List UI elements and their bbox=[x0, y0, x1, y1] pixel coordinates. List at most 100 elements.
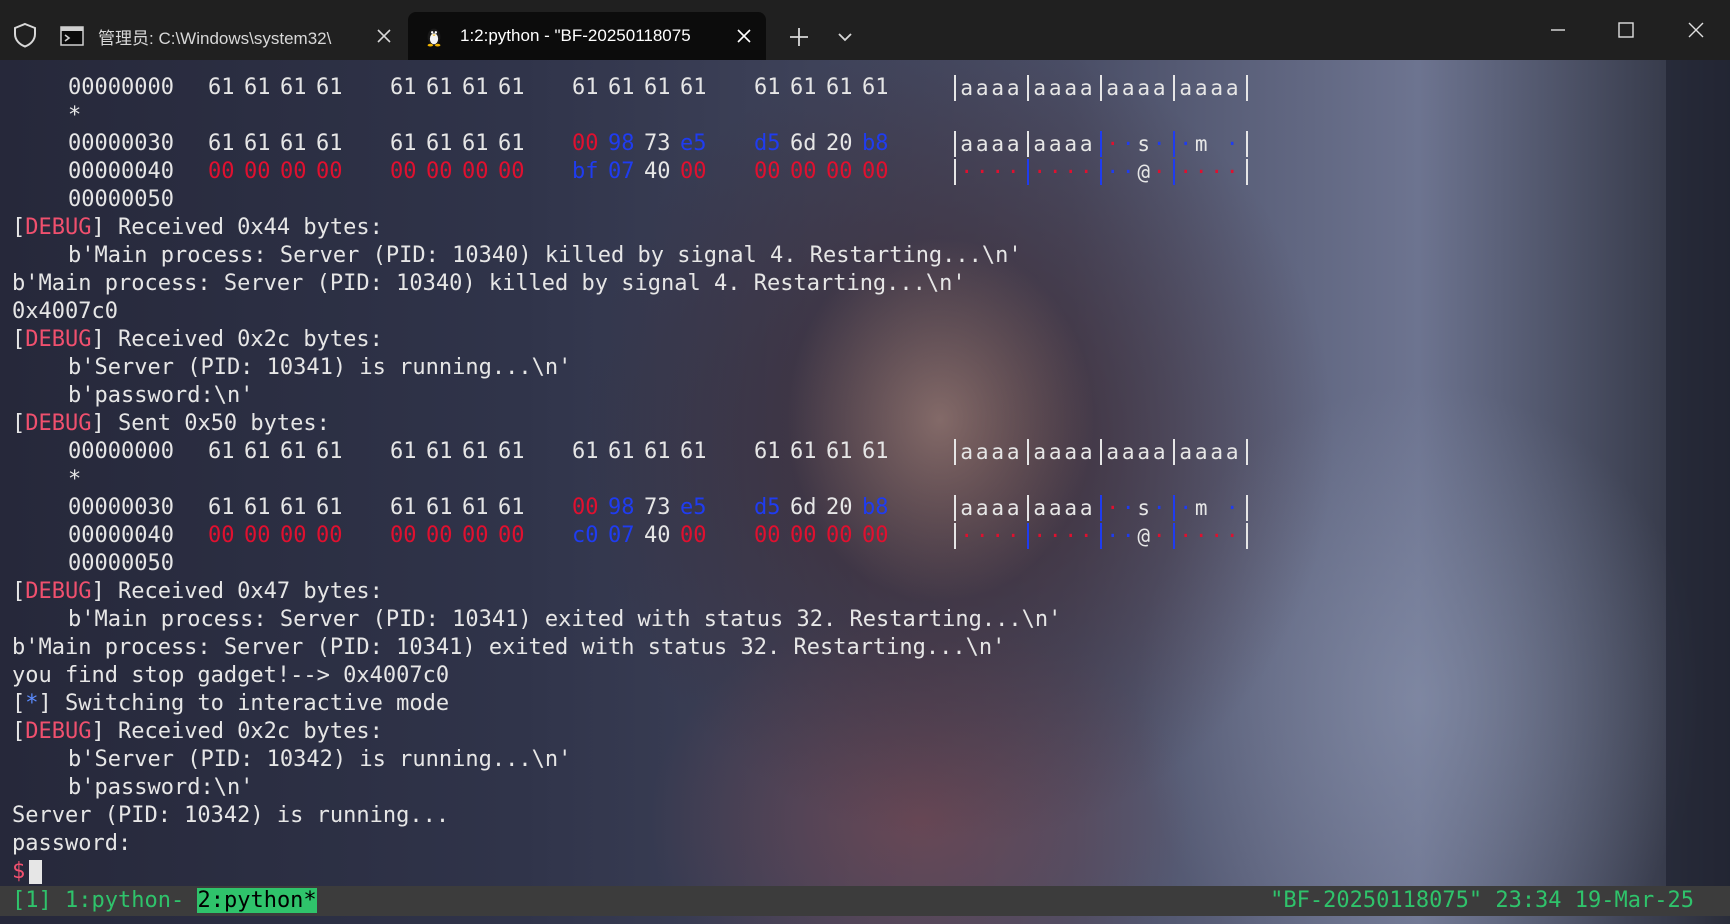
hexdump-byte: 00 bbox=[316, 159, 343, 184]
hexdump-char: · bbox=[1152, 132, 1166, 156]
hexdump-char: · bbox=[1225, 132, 1239, 156]
cmd-icon bbox=[60, 26, 84, 46]
hexdump-row: 00000030 61 61 61 61 61 61 61 61 00 98 73 e5 d5 6d 20 b8… bbox=[0, 494, 1248, 522]
hexdump-char: · bbox=[991, 160, 1005, 184]
hexdump-byte-group: 00 98 73 e5 bbox=[572, 494, 754, 522]
hexdump-byte: 61 bbox=[572, 439, 599, 464]
tab-cmd-label: 管理员: C:\Windows\system32\ bbox=[98, 28, 332, 48]
hexdump-byte: 61 bbox=[498, 75, 525, 100]
new-tab-plus-icon[interactable] bbox=[786, 24, 812, 50]
hexdump-byte: 00 bbox=[862, 159, 889, 184]
close-icon[interactable] bbox=[736, 28, 752, 44]
hexdump-byte: 61 bbox=[390, 495, 417, 520]
hexdump-byte: 07 bbox=[608, 523, 635, 548]
hexdump-byte: 61 bbox=[280, 495, 307, 520]
debug-tag: DEBUG bbox=[25, 327, 92, 352]
hexdump-byte: 61 bbox=[462, 439, 489, 464]
window-python-1[interactable]: 1:python- bbox=[65, 888, 184, 913]
hexdump-byte: 61 bbox=[390, 131, 417, 156]
hexdump-char: a bbox=[1048, 440, 1062, 464]
hexdump-ascii-group: · · · · bbox=[1027, 523, 1100, 549]
hexdump-byte: 20 bbox=[826, 131, 853, 156]
hexdump-char: · bbox=[1179, 160, 1193, 184]
hexdump-offset: 00000030 bbox=[68, 495, 174, 520]
tab-python-label: 1:2:python - "BF-20250118075 bbox=[460, 26, 691, 45]
hexdump-byte: 00 bbox=[390, 159, 417, 184]
window-close-icon[interactable] bbox=[1684, 18, 1708, 42]
hexdump-byte: 00 bbox=[790, 159, 817, 184]
maximize-icon[interactable] bbox=[1614, 18, 1638, 42]
minimize-icon[interactable] bbox=[1546, 18, 1570, 42]
tab-cmd[interactable]: 管理员: C:\Windows\system32\ bbox=[46, 12, 406, 60]
debug-line: [DEBUG] Received 0x44 bytes: bbox=[12, 215, 383, 240]
hexdump-char: a bbox=[1064, 132, 1078, 156]
hexdump-byte-group: 61 61 61 61 bbox=[208, 74, 390, 102]
hexdump-ascii-group: aaaa bbox=[1100, 75, 1173, 101]
window-python-2-active[interactable]: 2:python* bbox=[197, 888, 317, 913]
hexdump-char: · bbox=[1033, 524, 1047, 548]
hexdump-char: · bbox=[1048, 160, 1062, 184]
hexdump-byte: 07 bbox=[608, 159, 635, 184]
debug-tag: DEBUG bbox=[25, 411, 92, 436]
hexdump-end-offset: 00000050 bbox=[68, 187, 174, 212]
text-cursor[interactable] bbox=[29, 860, 43, 884]
hexdump-byte: 00 bbox=[572, 495, 599, 520]
hexdump-char: · bbox=[1121, 160, 1135, 184]
terminal-output: 00000000 61 61 61 61 61 61 61 61 61 61 61 61 61 61 61 61… bbox=[0, 74, 1248, 886]
hexdump-char: a bbox=[1152, 76, 1166, 100]
hexdump-byte-group: 61 61 61 61 bbox=[390, 438, 572, 466]
prompt-line[interactable]: $ bbox=[0, 858, 1248, 886]
hexdump-byte-group: 00 00 00 00 bbox=[208, 522, 390, 550]
hexdump-char: · bbox=[1225, 496, 1239, 520]
output-line: Server (PID: 10342) is running... bbox=[12, 803, 450, 828]
close-icon[interactable] bbox=[376, 28, 392, 44]
hexdump-byte: e5 bbox=[680, 131, 707, 156]
hexdump-ascii-end bbox=[1246, 131, 1248, 157]
debug-text: ] Received 0x44 bytes: bbox=[91, 215, 383, 240]
hexdump-ascii-group: aaaa bbox=[954, 439, 1027, 465]
hexdump-char: a bbox=[1064, 440, 1078, 464]
hexdump-byte: 40 bbox=[644, 523, 671, 548]
hexdump-row: 00000000 61 61 61 61 61 61 61 61 61 61 61 61 61 61 61 61… bbox=[0, 438, 1248, 466]
hexdump-byte: 61 bbox=[826, 439, 853, 464]
hexdump-byte: 6d bbox=[790, 495, 817, 520]
hexdump-byte: 61 bbox=[390, 75, 417, 100]
scrollbar-track[interactable] bbox=[1666, 60, 1730, 886]
hexdump-char: a bbox=[1179, 76, 1193, 100]
hexdump-char: a bbox=[960, 132, 974, 156]
hexdump-char: m bbox=[1194, 496, 1208, 520]
hexdump-byte-group: d5 6d 20 b8 bbox=[754, 130, 936, 158]
hexdump-char: a bbox=[1194, 76, 1208, 100]
hexdump-byte: 61 bbox=[244, 131, 271, 156]
hexdump-char: · bbox=[975, 524, 989, 548]
hexdump-ascii-group: · · @ · bbox=[1100, 523, 1173, 549]
hexdump-byte-group: 00 98 73 e5 bbox=[572, 130, 754, 158]
hexdump-char: a bbox=[1137, 440, 1151, 464]
hexdump-offset: 00000000 bbox=[68, 75, 174, 100]
hexdump-byte: 61 bbox=[608, 75, 635, 100]
hexdump-byte: 61 bbox=[462, 131, 489, 156]
hexdump-byte: 61 bbox=[280, 131, 307, 156]
hexdump-byte: bf bbox=[572, 159, 599, 184]
hexdump-char: · bbox=[1179, 496, 1193, 520]
hexdump-char: a bbox=[1225, 440, 1239, 464]
hexdump-byte-group: 61 61 61 61 bbox=[390, 74, 572, 102]
hexdump-byte: 61 bbox=[208, 495, 235, 520]
hexdump-char: · bbox=[960, 160, 974, 184]
hexdump-byte: 61 bbox=[644, 75, 671, 100]
hexdump-char: a bbox=[1106, 76, 1120, 100]
hexdump-char: · bbox=[1194, 160, 1208, 184]
terminal-pane[interactable]: 00000000 61 61 61 61 61 61 61 61 61 61 61 61 61 61 61 61… bbox=[0, 60, 1730, 924]
hexdump-byte: 61 bbox=[426, 439, 453, 464]
hexdump-ascii-end bbox=[1246, 495, 1248, 521]
hexdump-byte-group: 61 61 61 61 bbox=[754, 438, 936, 466]
hexdump-char: a bbox=[1121, 440, 1135, 464]
hexdump-byte: 98 bbox=[608, 131, 635, 156]
hexdump-char: a bbox=[1006, 132, 1020, 156]
chevron-down-icon[interactable] bbox=[832, 26, 858, 48]
hexdump-char: a bbox=[1079, 132, 1093, 156]
hexdump-ascii-group: · · · · bbox=[1173, 159, 1246, 185]
tab-python[interactable]: 1:2:python - "BF-20250118075 bbox=[408, 12, 766, 60]
hexdump-ascii-group: aaaa bbox=[1173, 75, 1246, 101]
hexdump-char: · bbox=[1079, 160, 1093, 184]
